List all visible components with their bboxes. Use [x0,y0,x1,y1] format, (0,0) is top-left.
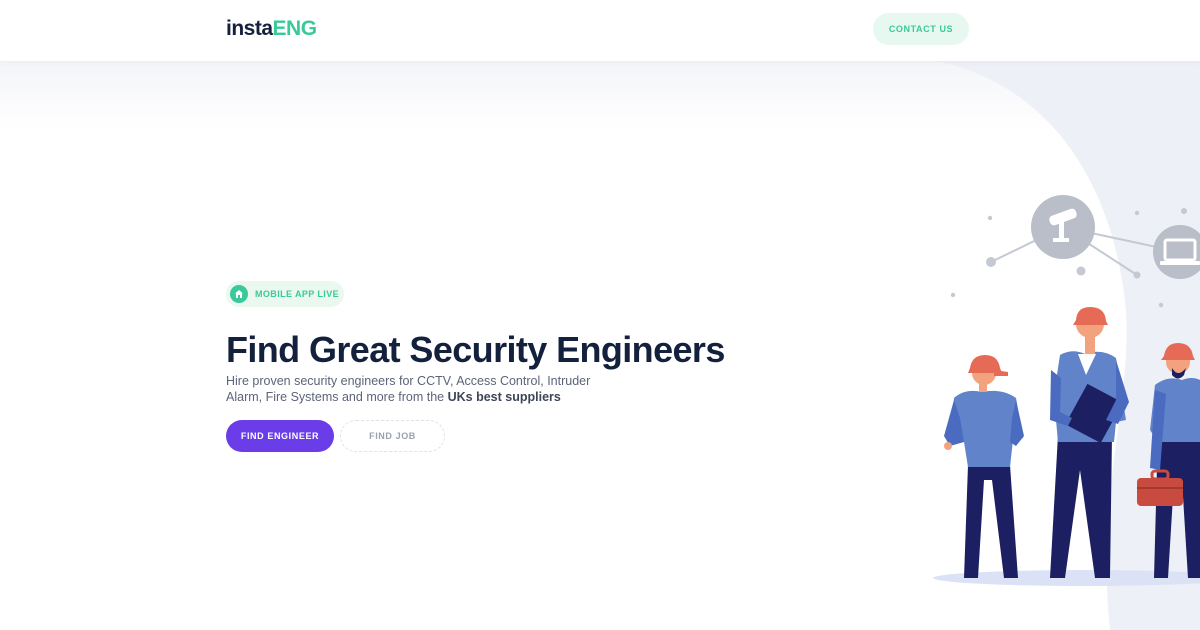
mobile-app-badge[interactable]: MOBILE APP LIVE [226,281,344,307]
badge-label: MOBILE APP LIVE [255,289,340,299]
cctv-camera-icon [1031,195,1095,259]
logo-text-eng: ENG [272,17,318,40]
logo-text-insta: insta [226,17,273,40]
engineers-illustration [933,195,1200,586]
hero-subtitle: Hire proven security engineers for CCTV,… [226,373,626,405]
site-header: instaENG CONTACT US [0,0,1200,61]
house-icon [230,285,248,303]
contact-us-button[interactable]: CONTACT US [873,13,969,45]
subtitle-bold: UKs best suppliers [447,390,561,404]
find-job-button[interactable]: FIND JOB [340,420,445,452]
laptop-icon [1153,225,1200,279]
logo[interactable]: instaENG [226,17,317,41]
page-title: Find Great Security Engineers [226,329,725,370]
find-engineer-button[interactable]: FIND ENGINEER [226,420,334,452]
